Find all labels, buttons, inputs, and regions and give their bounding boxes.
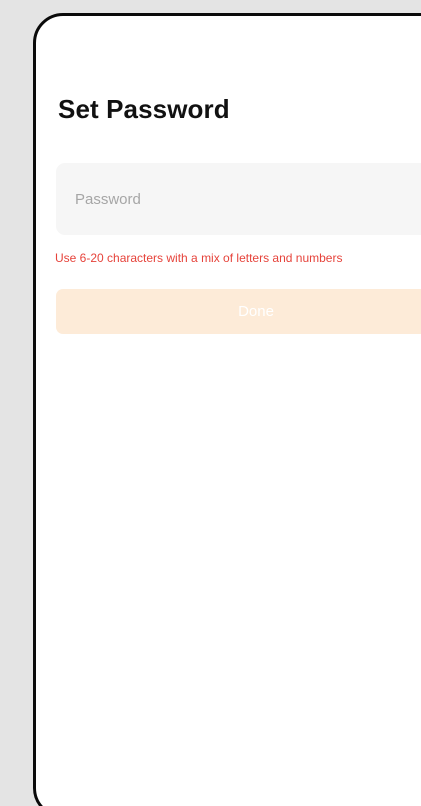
done-button[interactable]: Done [56, 289, 421, 334]
app-screen: Set Password Use 6-20 characters with a … [36, 16, 421, 806]
password-field[interactable] [56, 163, 421, 235]
device-frame: Set Password Use 6-20 characters with a … [33, 13, 421, 806]
page-title: Set Password [58, 94, 230, 124]
password-hint: Use 6-20 characters with a mix of letter… [55, 251, 343, 265]
password-input[interactable] [73, 189, 421, 209]
screenshot-canvas: Set Password Use 6-20 characters with a … [0, 0, 421, 806]
